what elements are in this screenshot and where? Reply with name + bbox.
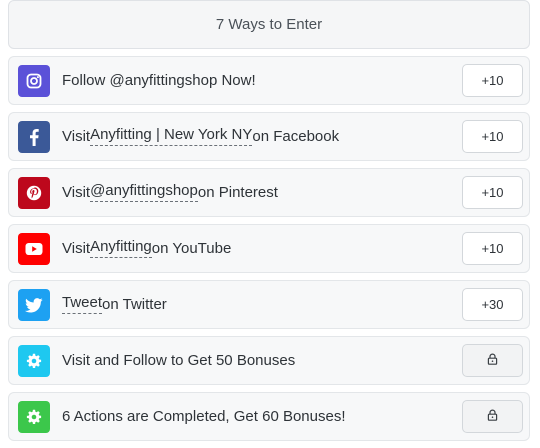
entry-bonus-50[interactable]: Visit and Follow to Get 50 Bonuses xyxy=(8,336,530,385)
header-title: 7 Ways to Enter xyxy=(215,16,323,33)
points-value: +30 xyxy=(481,297,504,312)
entry-text-after: on Pinterest xyxy=(197,184,278,201)
entry-pinterest[interactable]: Visit @anyfittingshop on Pinterest +10 xyxy=(8,168,530,217)
points-value: +10 xyxy=(481,129,504,144)
entry-label: Visit Anyfitting | New York NY on Facebo… xyxy=(62,113,339,160)
entry-label: Visit Anyfitting on YouTube xyxy=(62,225,231,272)
entry-youtube[interactable]: Visit Anyfitting on YouTube +10 xyxy=(8,224,530,273)
points-button[interactable]: +10 xyxy=(462,120,523,153)
pinterest-profile-link[interactable]: @anyfittingshop xyxy=(90,183,198,202)
entry-label: Follow @anyfittingshop Now! xyxy=(62,57,256,104)
gear-icon xyxy=(18,401,50,433)
entry-instagram[interactable]: Follow @anyfittingshop Now! +10 xyxy=(8,56,530,105)
locked-button[interactable] xyxy=(462,344,523,377)
points-button[interactable]: +10 xyxy=(462,176,523,209)
points-button[interactable]: +30 xyxy=(462,288,523,321)
entry-text-after: on Twitter xyxy=(102,296,167,313)
entry-text-before: Visit xyxy=(62,184,91,201)
entry-text-before: Visit xyxy=(62,128,91,145)
entry-text: Follow @anyfittingshop Now! xyxy=(62,72,256,89)
lock-icon xyxy=(487,409,498,424)
locked-button[interactable] xyxy=(462,400,523,433)
entry-label: Visit and Follow to Get 50 Bonuses xyxy=(62,337,295,384)
entry-text: 6 Actions are Completed, Get 60 Bonuses! xyxy=(62,408,346,425)
facebook-icon xyxy=(18,121,50,153)
pinterest-icon xyxy=(18,177,50,209)
youtube-icon xyxy=(18,233,50,265)
entry-text: Visit and Follow to Get 50 Bonuses xyxy=(62,352,296,369)
points-button[interactable]: +10 xyxy=(462,232,523,265)
gear-icon xyxy=(18,345,50,377)
facebook-page-link[interactable]: Anyfitting | New York NY xyxy=(90,127,253,146)
entry-text-after: on YouTube xyxy=(151,240,232,257)
instagram-icon xyxy=(18,65,50,97)
lock-icon xyxy=(487,353,498,368)
entry-label: Visit @anyfittingshop on Pinterest xyxy=(62,169,278,216)
entry-widget: 7 Ways to Enter Follow @anyfittingshop N… xyxy=(0,0,540,448)
twitter-icon xyxy=(18,289,50,321)
points-value: +10 xyxy=(481,73,504,88)
entry-label: 6 Actions are Completed, Get 60 Bonuses! xyxy=(62,393,346,440)
tweet-link[interactable]: Tweet xyxy=(62,295,103,314)
entry-text-before: Visit xyxy=(62,240,91,257)
entry-label: Tweet on Twitter xyxy=(62,281,167,328)
entry-text-after: on Facebook xyxy=(252,128,340,145)
entry-facebook[interactable]: Visit Anyfitting | New York NY on Facebo… xyxy=(8,112,530,161)
points-value: +10 xyxy=(481,185,504,200)
youtube-channel-link[interactable]: Anyfitting xyxy=(90,239,152,258)
entry-methods-header: 7 Ways to Enter xyxy=(8,0,530,49)
points-value: +10 xyxy=(481,241,504,256)
points-button[interactable]: +10 xyxy=(462,64,523,97)
entry-twitter[interactable]: Tweet on Twitter +30 xyxy=(8,280,530,329)
entry-bonus-60[interactable]: 6 Actions are Completed, Get 60 Bonuses! xyxy=(8,392,530,441)
